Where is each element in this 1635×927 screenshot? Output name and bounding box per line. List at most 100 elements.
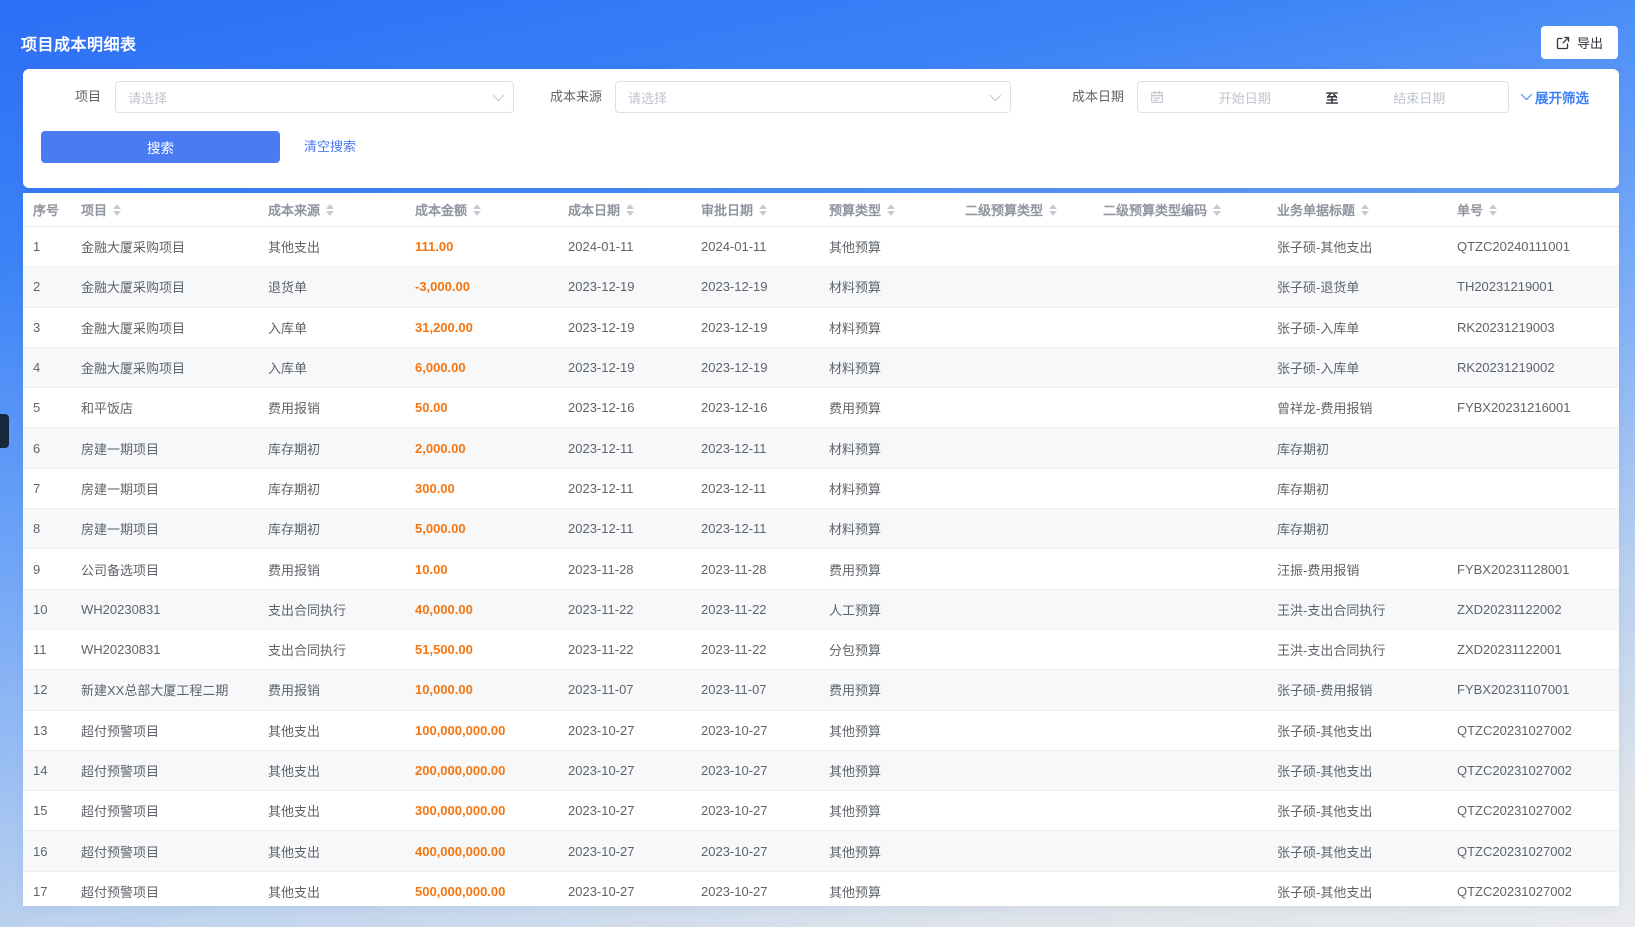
table-cell: QTZC20231027002 (1457, 884, 1619, 899)
column-header-7[interactable]: 二级预算类型 (965, 200, 1103, 219)
clear-search-link[interactable]: 清空搜索 (304, 131, 356, 163)
table-row[interactable]: 4金融大厦采购项目入库单6,000.002023-12-192023-12-19… (23, 348, 1619, 388)
table-row[interactable]: 9公司备选项目费用报销10.002023-11-282023-11-28费用预算… (23, 549, 1619, 589)
table-cell: 库存期初 (1277, 439, 1457, 458)
export-button[interactable]: 导出 (1541, 26, 1618, 59)
column-header-3[interactable]: 成本金额 (415, 200, 568, 219)
sort-icon[interactable] (1049, 204, 1057, 216)
table-cell: 2023-10-27 (701, 803, 829, 818)
table-cell: 其他支出 (268, 882, 415, 901)
sort-icon[interactable] (759, 204, 767, 216)
export-icon (1556, 36, 1570, 50)
table-cell: 超付预警项目 (81, 761, 268, 780)
cost-detail-table: 序号 项目成本来源成本金额成本日期 审批日期预算类型二级预算类型 二级预算类型编码业务… (23, 193, 1619, 906)
column-header-label: 二级预算类型 (965, 200, 1043, 219)
table-row[interactable]: 15超付预警项目其他支出300,000,000.002023-10-272023… (23, 791, 1619, 831)
table-cell: 2023-12-19 (701, 320, 829, 335)
cost-amount-cell: 10.00 (415, 562, 568, 577)
table-cell: 2023-11-22 (568, 602, 701, 617)
side-drawer-handle[interactable] (0, 414, 9, 448)
project-select[interactable]: 请选择 (115, 81, 514, 113)
sort-icon[interactable] (113, 204, 121, 216)
column-header-8[interactable]: 二级预算类型编码 (1103, 200, 1277, 219)
table-cell: 费用预算 (829, 680, 965, 699)
table-row[interactable]: 10WH20230831支出合同执行40,000.002023-11-22202… (23, 590, 1619, 630)
table-row[interactable]: 7房建一期项目库存期初300.002023-12-112023-12-11材料预… (23, 469, 1619, 509)
table-row[interactable]: 17超付预警项目其他支出500,000,000.002023-10-272023… (23, 872, 1619, 906)
column-header-label: 业务单据标题 (1277, 200, 1355, 219)
table-cell: 2023-10-27 (701, 723, 829, 738)
sort-icon[interactable] (326, 204, 334, 216)
table-cell: 2023-12-16 (701, 400, 829, 415)
table-cell: 其他支出 (268, 237, 415, 256)
cost-amount-cell: 111.00 (415, 239, 568, 254)
table-cell: 2023-11-22 (701, 642, 829, 657)
column-header-9[interactable]: 业务单据标题 (1277, 200, 1457, 219)
table-cell: 2023-12-19 (568, 360, 701, 375)
end-date-input[interactable]: 结束日期 (1343, 88, 1497, 107)
sort-icon[interactable] (626, 204, 634, 216)
table-cell: 3 (23, 320, 81, 335)
column-header-10[interactable]: 单号 (1457, 200, 1619, 219)
column-header-4[interactable]: 成本日期 (568, 200, 701, 219)
table-cell: 费用报销 (268, 560, 415, 579)
expand-filters-link[interactable]: 展开筛选 (1521, 81, 1589, 113)
sort-icon[interactable] (1489, 204, 1497, 216)
search-button[interactable]: 搜索 (41, 131, 280, 163)
table-body: 1金融大厦采购项目其他支出111.002024-01-112024-01-11其… (23, 227, 1619, 906)
sort-icon[interactable] (473, 204, 481, 216)
table-cell: 超付预警项目 (81, 801, 268, 820)
table-row[interactable]: 13超付预警项目其他支出100,000,000.002023-10-272023… (23, 711, 1619, 751)
cost-amount-cell: 100,000,000.00 (415, 723, 568, 738)
table-row[interactable]: 11WH20230831支出合同执行51,500.002023-11-22202… (23, 630, 1619, 670)
table-cell: 2023-11-28 (568, 562, 701, 577)
table-cell: 2023-12-19 (701, 279, 829, 294)
column-header-5[interactable]: 审批日期 (701, 200, 829, 219)
cost-amount-cell: 50.00 (415, 400, 568, 415)
sort-icon[interactable] (1361, 204, 1369, 216)
cost-source-select[interactable]: 请选择 (615, 81, 1011, 113)
column-header-2[interactable]: 成本来源 (268, 200, 415, 219)
table-row[interactable]: 12新建XX总部大厦工程二期费用报销10,000.002023-11-07202… (23, 670, 1619, 710)
table-cell: 其他支出 (268, 721, 415, 740)
start-date-input[interactable]: 开始日期 (1168, 88, 1322, 107)
table-cell: 2023-10-27 (568, 844, 701, 859)
table-cell: RK20231219003 (1457, 320, 1619, 335)
table-row[interactable]: 16超付预警项目其他支出400,000,000.002023-10-272023… (23, 831, 1619, 871)
column-header-label: 成本日期 (568, 200, 620, 219)
table-row[interactable]: 5和平饭店费用报销50.002023-12-162023-12-16费用预算曾祥… (23, 388, 1619, 428)
column-header-label: 单号 (1457, 200, 1483, 219)
table-row[interactable]: 8房建一期项目库存期初5,000.002023-12-112023-12-11材… (23, 509, 1619, 549)
table-row[interactable]: 6房建一期项目库存期初2,000.002023-12-112023-12-11材… (23, 428, 1619, 468)
table-cell: 9 (23, 562, 81, 577)
table-row[interactable]: 14超付预警项目其他支出200,000,000.002023-10-272023… (23, 751, 1619, 791)
export-label: 导出 (1577, 33, 1603, 52)
table-cell: WH20230831 (81, 602, 268, 617)
cost-date-range-picker[interactable]: 开始日期 至 结束日期 (1137, 81, 1509, 113)
table-cell: 7 (23, 481, 81, 496)
table-cell: 公司备选项目 (81, 560, 268, 579)
calendar-icon (1150, 90, 1164, 104)
table-cell: 其他支出 (268, 842, 415, 861)
table-cell: 张子硕-入库单 (1277, 358, 1457, 377)
sort-icon[interactable] (1213, 204, 1221, 216)
column-header-label: 序号 (33, 200, 59, 219)
table-cell: 2023-10-27 (701, 763, 829, 778)
table-cell: 支出合同执行 (268, 640, 415, 659)
table-cell: 5 (23, 400, 81, 415)
table-cell: 入库单 (268, 358, 415, 377)
column-header-1[interactable]: 项目 (81, 200, 268, 219)
table-row[interactable]: 1金融大厦采购项目其他支出111.002024-01-112024-01-11其… (23, 227, 1619, 267)
table-cell: 房建一期项目 (81, 519, 268, 538)
column-header-6[interactable]: 预算类型 (829, 200, 965, 219)
table-cell: ZXD20231122002 (1457, 602, 1619, 617)
table-row[interactable]: 2金融大厦采购项目退货单-3,000.002023-12-192023-12-1… (23, 267, 1619, 307)
table-row[interactable]: 3金融大厦采购项目入库单31,200.002023-12-192023-12-1… (23, 308, 1619, 348)
table-cell: 支出合同执行 (268, 600, 415, 619)
table-cell: 12 (23, 682, 81, 697)
table-cell: 2023-12-19 (701, 360, 829, 375)
table-cell: QTZC20231027002 (1457, 723, 1619, 738)
table-cell: 2024-01-11 (568, 239, 701, 254)
table-cell: FYBX20231216001 (1457, 400, 1619, 415)
sort-icon[interactable] (887, 204, 895, 216)
